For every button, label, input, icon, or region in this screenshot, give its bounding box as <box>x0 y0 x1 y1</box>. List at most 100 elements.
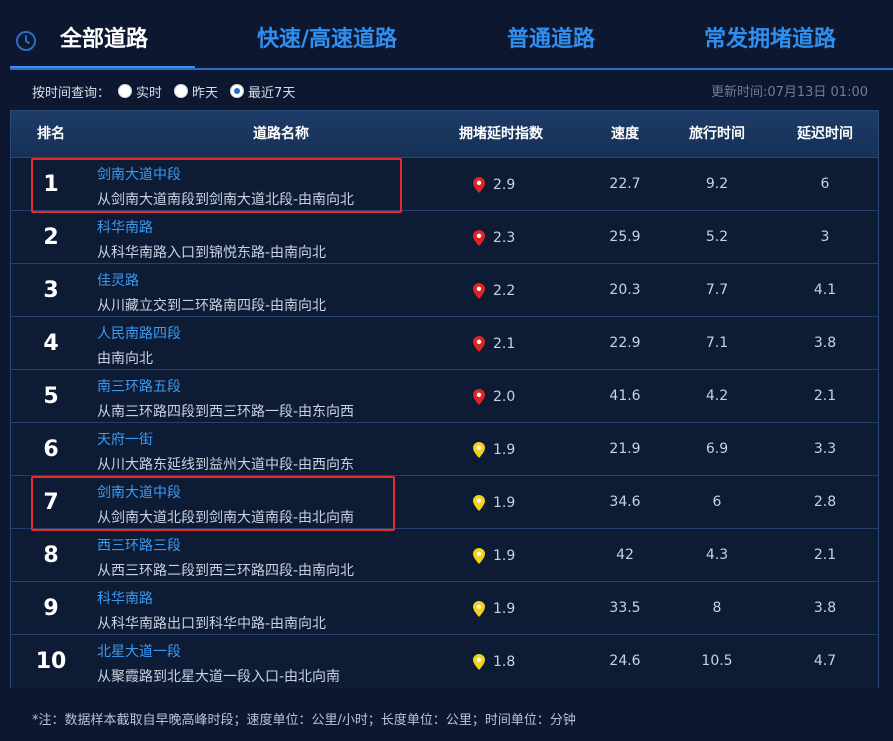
speed-value: 20.3 <box>609 282 641 298</box>
road-name-link[interactable]: 西三环路三段 <box>97 535 181 555</box>
road-name-link[interactable]: 剑南大道中段 <box>97 482 181 502</box>
tab-ordinary-roads[interactable]: 普通道路 <box>507 24 595 56</box>
rank-number: 9 <box>43 596 59 621</box>
congestion-index-value: 1.9 <box>493 441 516 458</box>
road-segment-description: 从南三环路四段到西三环路一段-由东向西 <box>97 404 355 420</box>
road-segment-description: 从西三环路二段到西三环路四段-由南向北 <box>97 563 355 579</box>
radio-last-7-days-label: 最近7天 <box>248 85 296 101</box>
road-name-link[interactable]: 剑南大道中段 <box>97 164 181 184</box>
radio-yesterday-label: 昨天 <box>192 85 219 101</box>
speed-value: 34.6 <box>609 494 641 510</box>
congestion-index-value: 1.8 <box>493 653 516 670</box>
rank-number: 10 <box>35 649 67 674</box>
travel-time-value: 10.5 <box>701 653 733 669</box>
rank-number: 4 <box>43 331 59 356</box>
road-name-link[interactable]: 科华南路 <box>97 588 153 608</box>
table-row: 6 天府一街 从川大路东延线到益州大道中段-由西向东 1.9 21.9 6.9 3.3 <box>11 423 878 476</box>
rank-number: 3 <box>43 278 59 303</box>
header-delay-time: 延迟时间 <box>797 126 853 142</box>
congestion-index-value: 1.9 <box>493 494 516 511</box>
congestion-index: 1.9 <box>473 476 515 529</box>
congestion-index-value: 2.2 <box>493 282 516 299</box>
update-time: 更新时间:07月13日 01:00 <box>710 85 868 100</box>
speed-value: 41.6 <box>609 388 641 404</box>
red-map-pin-icon <box>473 335 485 352</box>
congestion-index: 1.9 <box>473 423 515 476</box>
road-name-link[interactable]: 天府一街 <box>97 429 153 449</box>
congestion-index: 1.8 <box>473 635 515 688</box>
rank-number: 7 <box>43 490 59 515</box>
clock-icon <box>16 31 36 51</box>
road-segment-description: 由南向北 <box>97 351 153 367</box>
table-row: 8 西三环路三段 从西三环路二段到西三环路四段-由南向北 1.9 42 4.3 2.1 <box>11 529 878 582</box>
radio-yesterday[interactable]: 昨天 <box>174 82 218 101</box>
congestion-index: 2.3 <box>473 211 515 264</box>
radio-realtime[interactable]: 实时 <box>118 82 162 101</box>
congestion-index-value: 2.3 <box>493 229 516 246</box>
rank-number: 5 <box>43 384 59 409</box>
congestion-index-value: 2.9 <box>493 176 516 193</box>
yellow-map-pin-icon <box>473 653 485 670</box>
rank-number: 1 <box>43 172 59 197</box>
yellow-map-pin-icon <box>473 441 485 458</box>
delay-time-value: 2.1 <box>813 388 837 404</box>
header-travel-time: 旅行时间 <box>689 126 745 142</box>
congestion-index-value: 2.0 <box>493 388 516 405</box>
congestion-index-value: 2.1 <box>493 335 516 352</box>
table-row: 1 剑南大道中段 从剑南大道南段到剑南大道北段-由南向北 2.9 22.7 9.2 6 <box>11 158 878 211</box>
rank-number: 8 <box>43 543 59 568</box>
road-segment-description: 从川藏立交到二环路南四段-由南向北 <box>97 298 327 314</box>
footnote: *注：数据样本截取自早晚高峰时段；速度单位：公里/小时；长度单位：公里；时间单位… <box>32 713 576 728</box>
table-row: 2 科华南路 从科华南路入口到锦悦东路-由南向北 2.3 25.9 5.2 3 <box>11 211 878 264</box>
table-row: 7 剑南大道中段 从剑南大道北段到剑南大道南段-由北向南 1.9 34.6 6 2.8 <box>11 476 878 529</box>
congestion-ranking-table: 排名 道路名称 拥堵延时指数 速度 旅行时间 延迟时间 1 剑南大道中段从剑南大道… <box>10 110 879 688</box>
congestion-index: 1.9 <box>473 582 515 635</box>
red-map-pin-icon <box>473 176 485 193</box>
speed-value: 33.5 <box>609 600 641 616</box>
travel-time-value: 7.7 <box>705 282 729 298</box>
congestion-index: 2.2 <box>473 264 515 317</box>
tab-all-roads[interactable]: 全部道路 <box>60 24 148 56</box>
table-row: 9 科华南路 从科华南路出口到科华中路-由南向北 1.9 33.5 8 3.8 <box>11 582 878 635</box>
travel-time-value: 6.9 <box>705 441 729 457</box>
congestion-index: 2.0 <box>473 370 515 423</box>
radio-yesterday-circle[interactable] <box>174 84 189 98</box>
rank-number: 2 <box>43 225 59 250</box>
delay-time-value: 4.1 <box>813 282 837 298</box>
delay-time-value: 3.8 <box>813 600 837 616</box>
travel-time-value: 6 <box>712 494 722 510</box>
radio-last-7-days-circle[interactable] <box>230 84 245 98</box>
road-name-link[interactable]: 佳灵路 <box>97 270 139 290</box>
travel-time-value: 4.3 <box>705 547 729 563</box>
radio-realtime-circle[interactable] <box>118 84 133 98</box>
table-row: 5 南三环路五段从南三环路四段到西三环路一段-由东向西 2.0 41.6 4.2 2.1 <box>11 370 878 423</box>
delay-time-value: 2.1 <box>813 547 837 563</box>
radio-realtime-label: 实时 <box>136 85 163 101</box>
header-speed: 速度 <box>611 126 639 142</box>
road-segment-description: 从川大路东延线到益州大道中段-由西向东 <box>97 457 355 473</box>
delay-time-value: 6 <box>820 176 830 192</box>
road-segment-description: 从聚霞路到北星大道一段入口-由北向南 <box>97 669 341 685</box>
header-road-name: 道路名称 <box>253 126 309 142</box>
road-segment-description: 从剑南大道北段到剑南大道南段-由北向南 <box>97 510 355 526</box>
rank-number: 6 <box>43 437 59 462</box>
header-congestion-index: 拥堵延时指数 <box>459 126 543 142</box>
table-row: 10 北星大道一段 从聚霞路到北星大道一段入口-由北向南 1.8 24.6 10.5 4.7 <box>11 635 878 688</box>
road-name-link[interactable]: 南三环路五段 <box>97 376 181 396</box>
road-name-link[interactable]: 科华南路 <box>97 217 153 237</box>
red-map-pin-icon <box>473 282 485 299</box>
speed-value: 21.9 <box>609 441 641 457</box>
travel-time-value: 4.2 <box>705 388 729 404</box>
road-segment-description: 从科华南路入口到锦悦东路-由南向北 <box>97 245 327 261</box>
delay-time-value: 3 <box>820 229 830 245</box>
tab-expressway-roads[interactable]: 快速/高速道路 <box>257 24 397 56</box>
table-header: 排名 道路名称 拥堵延时指数 速度 旅行时间 延迟时间 <box>11 111 878 158</box>
delay-time-value: 3.8 <box>813 335 837 351</box>
delay-time-value: 4.7 <box>813 653 837 669</box>
radio-last-7-days[interactable]: 最近7天 <box>230 82 295 101</box>
red-map-pin-icon <box>473 388 485 405</box>
congestion-index: 2.9 <box>473 158 515 211</box>
road-name-link[interactable]: 人民南路四段 <box>97 323 181 343</box>
road-name-link[interactable]: 北星大道一段 <box>97 641 181 661</box>
tab-frequent-congestion-roads[interactable]: 常发拥堵道路 <box>704 24 836 56</box>
